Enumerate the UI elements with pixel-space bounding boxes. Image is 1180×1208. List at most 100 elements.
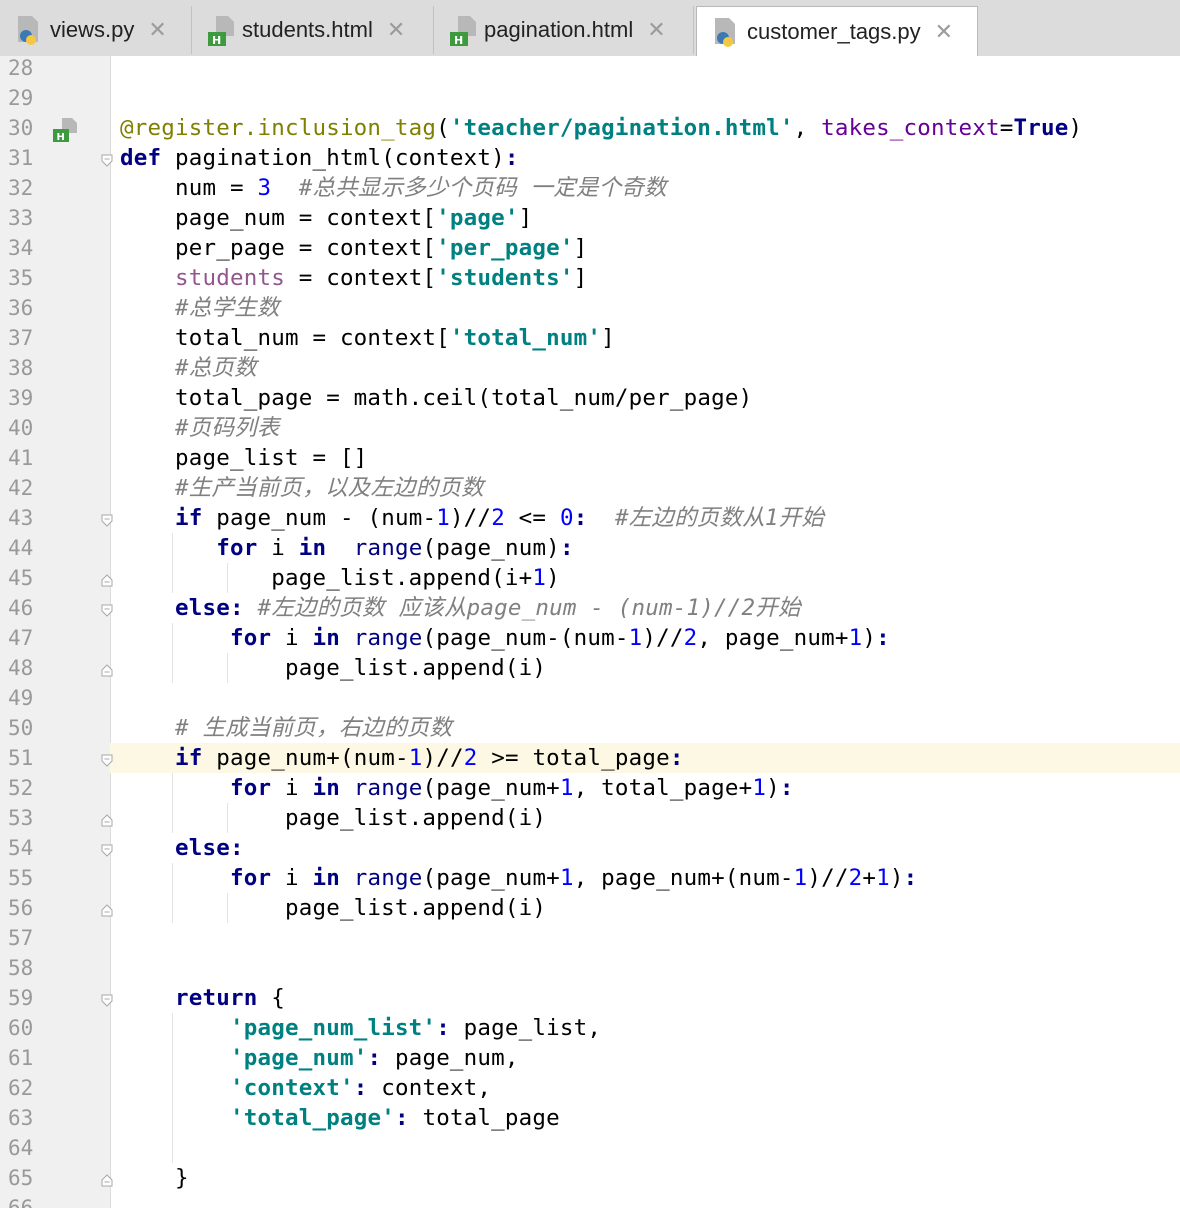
indent-guide xyxy=(172,773,174,833)
line-number: 61 xyxy=(8,1046,34,1070)
code-line[interactable]: 64 xyxy=(0,1133,1180,1163)
tab-label: students.html xyxy=(242,17,373,42)
code-line[interactable]: 56 page_list.append(i) xyxy=(0,893,1180,923)
fold-collapse-icon[interactable] xyxy=(101,512,113,527)
code-line[interactable]: 63 'total_page': total_page xyxy=(0,1103,1180,1133)
indent-guide xyxy=(227,563,229,593)
code-line[interactable]: 60 'page_num_list': page_list, xyxy=(0,1013,1180,1043)
code-line[interactable]: 50 # 生成当前页，右边的页数 xyxy=(0,713,1180,743)
line-number: 39 xyxy=(8,386,34,410)
code-line[interactable]: 61 'page_num': page_num, xyxy=(0,1043,1180,1073)
code-line[interactable]: 32 num = 3 #总共显示多少个页码 一定是个奇数 xyxy=(0,173,1180,203)
tab-pagination-html[interactable]: H pagination.html ✕ xyxy=(434,6,694,54)
fold-collapse-icon[interactable] xyxy=(101,992,113,1007)
code-text: students = context['students'] xyxy=(175,265,588,291)
fold-end-icon[interactable] xyxy=(101,1172,113,1187)
line-number: 52 xyxy=(8,776,34,800)
line-number: 46 xyxy=(8,596,34,620)
code-line[interactable]: 47 for i in range(page_num-(num-1)//2, p… xyxy=(0,623,1180,653)
line-number: 43 xyxy=(8,506,34,530)
code-line[interactable]: 58 xyxy=(0,953,1180,983)
code-line[interactable]: 31 def pagination_html(context): xyxy=(0,143,1180,173)
code-line[interactable]: 41 page_list = [] xyxy=(0,443,1180,473)
line-number: 48 xyxy=(8,656,34,680)
close-icon[interactable]: ✕ xyxy=(935,20,953,45)
fold-collapse-icon[interactable] xyxy=(101,752,113,767)
code-line[interactable]: 52 for i in range(page_num+1, total_page… xyxy=(0,773,1180,803)
line-number: 42 xyxy=(8,476,34,500)
code-line[interactable]: 36 #总学生数 xyxy=(0,293,1180,323)
code-line[interactable]: 65 } xyxy=(0,1163,1180,1193)
code-text: 'total_page': total_page xyxy=(229,1105,560,1131)
code-line[interactable]: 66 xyxy=(0,1193,1180,1208)
code-line[interactable]: 54 else: xyxy=(0,833,1180,863)
code-line[interactable]: 33 page_num = context['page'] xyxy=(0,203,1180,233)
fold-collapse-icon[interactable] xyxy=(101,602,113,617)
code-line[interactable]: 39 total_page = math.ceil(total_num/per_… xyxy=(0,383,1180,413)
tab-customer-tags-py[interactable]: customer_tags.py ✕ xyxy=(696,6,978,57)
code-line[interactable]: 57 xyxy=(0,923,1180,953)
fold-end-icon[interactable] xyxy=(101,572,113,587)
code-line[interactable]: 49 xyxy=(0,683,1180,713)
code-line[interactable]: 44 for i in range(page_num): xyxy=(0,533,1180,563)
code-line[interactable]: 46 else: #左边的页数 应该从page_num - (num-1)//2… xyxy=(0,593,1180,623)
line-number: 47 xyxy=(8,626,34,650)
code-text: # 生成当前页，右边的页数 xyxy=(175,715,453,741)
line-number: 40 xyxy=(8,416,34,440)
python-file-icon xyxy=(14,14,44,46)
code-line[interactable]: 29 xyxy=(0,83,1180,113)
line-number: 45 xyxy=(8,566,34,590)
code-line[interactable]: 51 if page_num+(num-1)//2 >= total_page: xyxy=(0,743,1180,773)
line-number: 50 xyxy=(8,716,34,740)
fold-end-icon[interactable] xyxy=(101,812,113,827)
code-line[interactable]: 48 page_list.append(i) xyxy=(0,653,1180,683)
code-line[interactable]: 40 #页码列表 xyxy=(0,413,1180,443)
html-template-gutter-icon[interactable]: H xyxy=(52,117,80,143)
code-text: #总学生数 xyxy=(175,295,280,321)
line-number: 34 xyxy=(8,236,34,260)
tab-views-py[interactable]: views.py ✕ xyxy=(0,6,192,54)
code-text: 'context': context, xyxy=(229,1075,492,1101)
line-number: 57 xyxy=(8,926,34,950)
code-editor[interactable]: 28 29 30 @register.inclusion_tag('teacher/p… xyxy=(0,56,1180,1208)
code-line[interactable]: 43 if page_num - (num-1)//2 <= 0: #左边的页数… xyxy=(0,503,1180,533)
code-text: 'page_num_list': page_list, xyxy=(229,1015,602,1041)
code-line[interactable]: 28 xyxy=(0,56,1180,83)
code-line[interactable]: 34 per_page = context['per_page'] xyxy=(0,233,1180,263)
code-text: page_list.append(i) xyxy=(120,805,547,831)
code-line[interactable]: 30 @register.inclusion_tag('teacher/pagin… xyxy=(0,113,1180,143)
code-line[interactable]: 45 page_list.append(i+1) xyxy=(0,563,1180,593)
svg-text:H: H xyxy=(212,34,221,46)
code-line[interactable]: 55 for i in range(page_num+1, page_num+(… xyxy=(0,863,1180,893)
code-line[interactable]: 37 total_num = context['total_num'] xyxy=(0,323,1180,353)
line-number: 55 xyxy=(8,866,34,890)
fold-collapse-icon[interactable] xyxy=(101,842,113,857)
fold-collapse-icon[interactable] xyxy=(101,152,113,167)
tab-students-html[interactable]: H students.html ✕ xyxy=(192,6,434,54)
code-line[interactable]: 38 #总页数 xyxy=(0,353,1180,383)
indent-guide xyxy=(227,803,229,833)
fold-end-icon[interactable] xyxy=(101,662,113,677)
code-text: page_list = [] xyxy=(120,445,368,471)
fold-end-icon[interactable] xyxy=(101,902,113,917)
tab-label: customer_tags.py xyxy=(747,19,921,44)
code-line[interactable]: 59 return { xyxy=(0,983,1180,1013)
code-line[interactable]: 62 'context': context, xyxy=(0,1073,1180,1103)
line-number: 36 xyxy=(8,296,34,320)
line-number: 64 xyxy=(8,1136,34,1160)
html-file-icon: H xyxy=(206,14,236,47)
close-icon[interactable]: ✕ xyxy=(148,18,166,43)
line-number: 66 xyxy=(8,1196,34,1208)
svg-text:H: H xyxy=(57,132,65,143)
line-number: 30 xyxy=(8,116,34,140)
code-line[interactable]: 53 page_list.append(i) xyxy=(0,803,1180,833)
code-line[interactable]: 42 #生产当前页，以及左边的页数 xyxy=(0,473,1180,503)
code-text: page_num = context['page'] xyxy=(120,205,533,231)
line-number: 56 xyxy=(8,896,34,920)
indent-guide xyxy=(172,863,174,923)
line-number: 41 xyxy=(8,446,34,470)
close-icon[interactable]: ✕ xyxy=(387,18,405,43)
code-line[interactable]: 35 students = context['students'] xyxy=(0,263,1180,293)
close-icon[interactable]: ✕ xyxy=(647,18,665,43)
code-text: total_page = math.ceil(total_num/per_pag… xyxy=(120,385,753,411)
